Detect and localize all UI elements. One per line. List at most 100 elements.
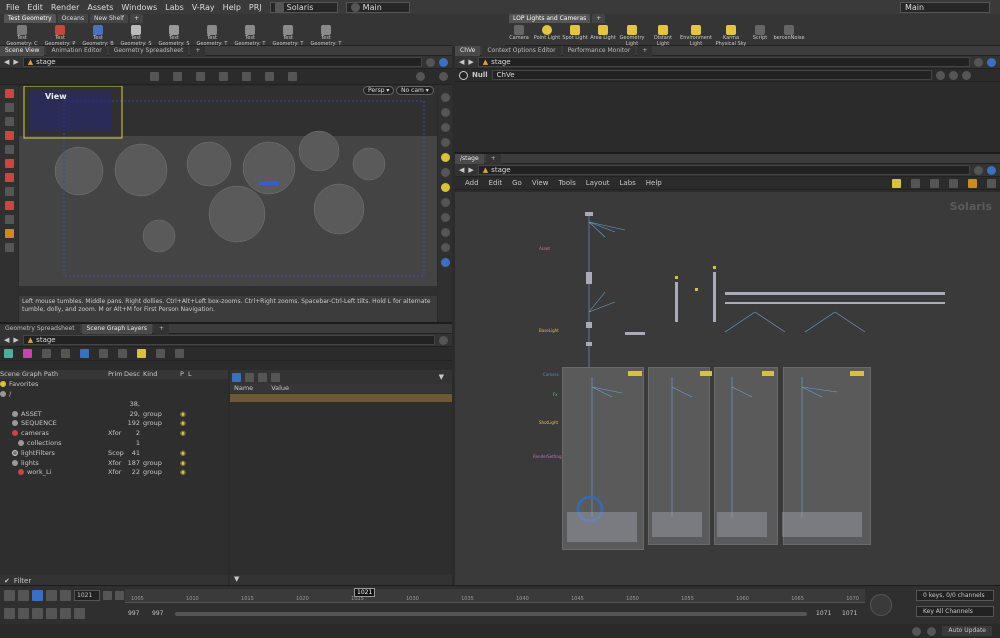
tool-test-geometry-t1[interactable]: Test Geometry: T — [194, 25, 230, 47]
folder-icon[interactable] — [4, 229, 14, 238]
expand-icon[interactable] — [61, 349, 70, 358]
menu-file[interactable]: File — [6, 3, 19, 12]
light-bulb-icon[interactable]: ◉ — [180, 459, 188, 467]
range-end[interactable]: 1071 — [816, 610, 831, 617]
list-view-icon[interactable] — [232, 372, 241, 382]
light-bulb-icon[interactable]: ◉ — [180, 410, 188, 418]
jump-start-icon[interactable] — [4, 590, 15, 601]
tool-point-light[interactable]: Point Light — [533, 25, 561, 47]
ghost-icon[interactable] — [440, 108, 450, 117]
tool-spot-light[interactable]: Spot Light — [561, 25, 589, 47]
gear-icon[interactable] — [175, 349, 184, 358]
hand-icon[interactable] — [4, 243, 14, 252]
light-tool-icon[interactable] — [288, 72, 297, 81]
desktop-select[interactable]: Solaris — [269, 1, 338, 13]
back-arrow-icon[interactable]: ◀ — [4, 58, 9, 66]
sticky-note-icon[interactable] — [892, 178, 901, 188]
tab-geometry-spreadsheet-2[interactable]: Geometry Spreadsheet — [0, 323, 80, 334]
tool-area-light[interactable]: Area Light — [589, 25, 617, 47]
tool-bercen-noise[interactable]: bercenNoise — [771, 25, 807, 47]
tool-test-geometry-t4[interactable]: Test Geometry: T — [308, 25, 344, 47]
tool-test-geometry-t2[interactable]: Test Geometry: T — [232, 25, 268, 47]
hierarchy-icon[interactable] — [118, 349, 127, 358]
tool-karma-sky[interactable]: Karma Physical Sky — [713, 25, 749, 47]
tab-geometry-spreadsheet[interactable]: Geometry Spreadsheet — [108, 45, 189, 56]
grid-icon[interactable] — [930, 178, 939, 188]
col-value[interactable]: Value — [271, 384, 289, 392]
menu-go[interactable]: Go — [512, 179, 522, 187]
filter-funnel-icon[interactable]: ▼ — [234, 575, 239, 583]
menu-assets[interactable]: Assets — [87, 3, 113, 12]
tab-scene-view[interactable]: Scene View — [0, 45, 45, 56]
tree-row[interactable]: work_Li Xfor 22 group ◉ — [0, 468, 228, 478]
forward-arrow-icon[interactable]: ▶ — [468, 58, 473, 66]
lock-icon[interactable] — [4, 103, 14, 112]
tool-camera[interactable]: Camera — [505, 25, 533, 47]
tab-animation-editor[interactable]: Animation Editor — [46, 45, 107, 56]
tree-row[interactable]: lights Xfor 187 group ◉ — [0, 458, 228, 468]
current-frame-marker[interactable]: 1021 — [354, 588, 376, 597]
context-select[interactable]: Main — [345, 1, 410, 13]
pin-icon[interactable] — [426, 57, 435, 67]
keyframe-dial-icon[interactable] — [870, 594, 892, 616]
chve-path[interactable]: ▲ stage — [477, 57, 970, 67]
gear-icon[interactable] — [416, 72, 425, 81]
tool-distant-light[interactable]: Distant Light — [647, 25, 679, 47]
link-icon[interactable] — [987, 165, 996, 175]
add-shelf-tab-button[interactable]: + — [592, 14, 606, 23]
key-all-channels-select[interactable]: Key All Channels — [916, 606, 994, 617]
table-icon[interactable] — [258, 372, 267, 382]
filter-options-icon[interactable] — [42, 349, 51, 358]
col-path[interactable]: Scene Graph Path — [0, 370, 108, 378]
light-bulb-icon[interactable]: ◉ — [180, 468, 188, 476]
menu-labs[interactable]: Labs — [620, 179, 636, 187]
auto-update-button[interactable]: Auto Update — [942, 626, 992, 636]
pin-icon[interactable] — [439, 335, 448, 345]
tree-row[interactable]: lightFilters Scop 41 ◉ — [0, 448, 228, 459]
play-icon[interactable] — [46, 590, 57, 601]
pose-tool-icon[interactable] — [265, 72, 274, 81]
link-icon[interactable] — [987, 57, 996, 67]
frame-field[interactable]: 1021 — [74, 590, 100, 601]
points-icon[interactable] — [440, 138, 450, 147]
col-prim[interactable]: Prim — [108, 370, 124, 378]
menu-edit[interactable]: Edit — [27, 3, 43, 12]
forward-arrow-icon[interactable]: ▶ — [468, 166, 473, 174]
col-l[interactable]: L — [188, 370, 196, 378]
right-context-select[interactable]: Main — [900, 1, 990, 13]
shelf-tab-new-shelf[interactable]: New Shelf — [89, 14, 129, 23]
network-canvas[interactable]: Solaris Asset BaseLight Camera Fx ShotLi… — [455, 192, 1000, 587]
measure-icon[interactable] — [4, 201, 14, 210]
back-arrow-icon[interactable]: ◀ — [459, 58, 464, 66]
loop-icon[interactable] — [32, 608, 43, 619]
menu-layout[interactable]: Layout — [586, 179, 610, 187]
tree-row[interactable]: 38, — [0, 399, 228, 410]
camera-icon[interactable] — [156, 349, 165, 358]
columns-icon[interactable] — [245, 372, 254, 382]
add-tab-button[interactable]: + — [154, 323, 170, 334]
shading-icon[interactable] — [440, 168, 450, 177]
target-icon[interactable] — [4, 159, 14, 168]
select-prim-icon[interactable] — [80, 349, 89, 358]
chat-icon[interactable] — [912, 626, 922, 636]
light-bulb-icon[interactable]: ◉ — [180, 419, 188, 427]
select-tool-icon[interactable] — [150, 72, 159, 81]
tool-environment-light[interactable]: Environment Light — [679, 25, 713, 47]
menu-help[interactable]: Help — [223, 3, 241, 12]
menu-prj[interactable]: PRJ — [249, 3, 262, 12]
tab-performance-monitor[interactable]: Performance Monitor — [562, 45, 636, 56]
col-p[interactable]: P — [180, 370, 188, 378]
add-tab-button[interactable]: + — [485, 153, 501, 164]
attribute-highlight-row[interactable] — [230, 393, 452, 402]
tab-context-options[interactable]: Context Options Editor — [482, 45, 561, 56]
cloud-icon[interactable] — [927, 626, 937, 636]
render-region-icon[interactable] — [4, 215, 14, 224]
menu-help[interactable]: Help — [646, 179, 662, 187]
add-shelf-tab-button[interactable]: + — [130, 14, 144, 23]
tree-row[interactable]: Favorites — [0, 380, 228, 390]
pin-icon[interactable] — [974, 165, 983, 175]
tree-row[interactable]: cameras Xfor 2 ◉ — [0, 429, 228, 439]
pin-icon[interactable] — [974, 57, 983, 67]
tool-script[interactable]: Script — [749, 25, 771, 47]
node-name-field[interactable]: ChVe — [491, 70, 932, 80]
